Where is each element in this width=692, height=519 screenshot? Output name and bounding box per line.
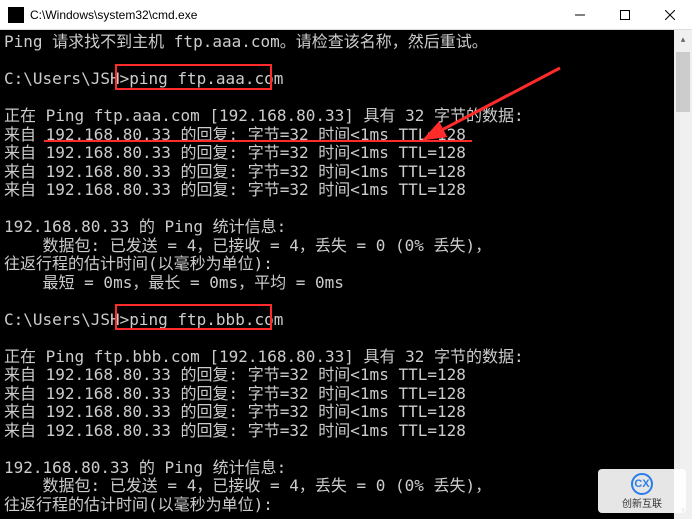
terminal-output[interactable]: Ping 请求找不到主机 ftp.aaa.com。请检查该名称，然后重试。 C:… — [0, 30, 692, 519]
watermark-text: 创新互联 — [622, 495, 662, 510]
titlebar: C:\Windows\system32\cmd.exe — [0, 0, 692, 30]
cmd-window: C:\Windows\system32\cmd.exe Ping 请求找不到主机… — [0, 0, 692, 519]
close-button[interactable] — [647, 0, 692, 30]
window-controls — [557, 0, 692, 30]
title-left: C:\Windows\system32\cmd.exe — [0, 7, 557, 23]
watermark-icon: CX — [631, 473, 653, 495]
vertical-scrollbar[interactable]: ▴ ▾ — [674, 30, 692, 519]
window-title: C:\Windows\system32\cmd.exe — [30, 8, 197, 22]
scroll-thumb[interactable] — [676, 52, 690, 112]
minimize-button[interactable] — [557, 0, 602, 30]
maximize-button[interactable] — [602, 0, 647, 30]
cmd-icon — [8, 7, 24, 23]
watermark-logo: CX 创新互联 — [598, 469, 686, 513]
scroll-up-button[interactable]: ▴ — [674, 30, 692, 48]
